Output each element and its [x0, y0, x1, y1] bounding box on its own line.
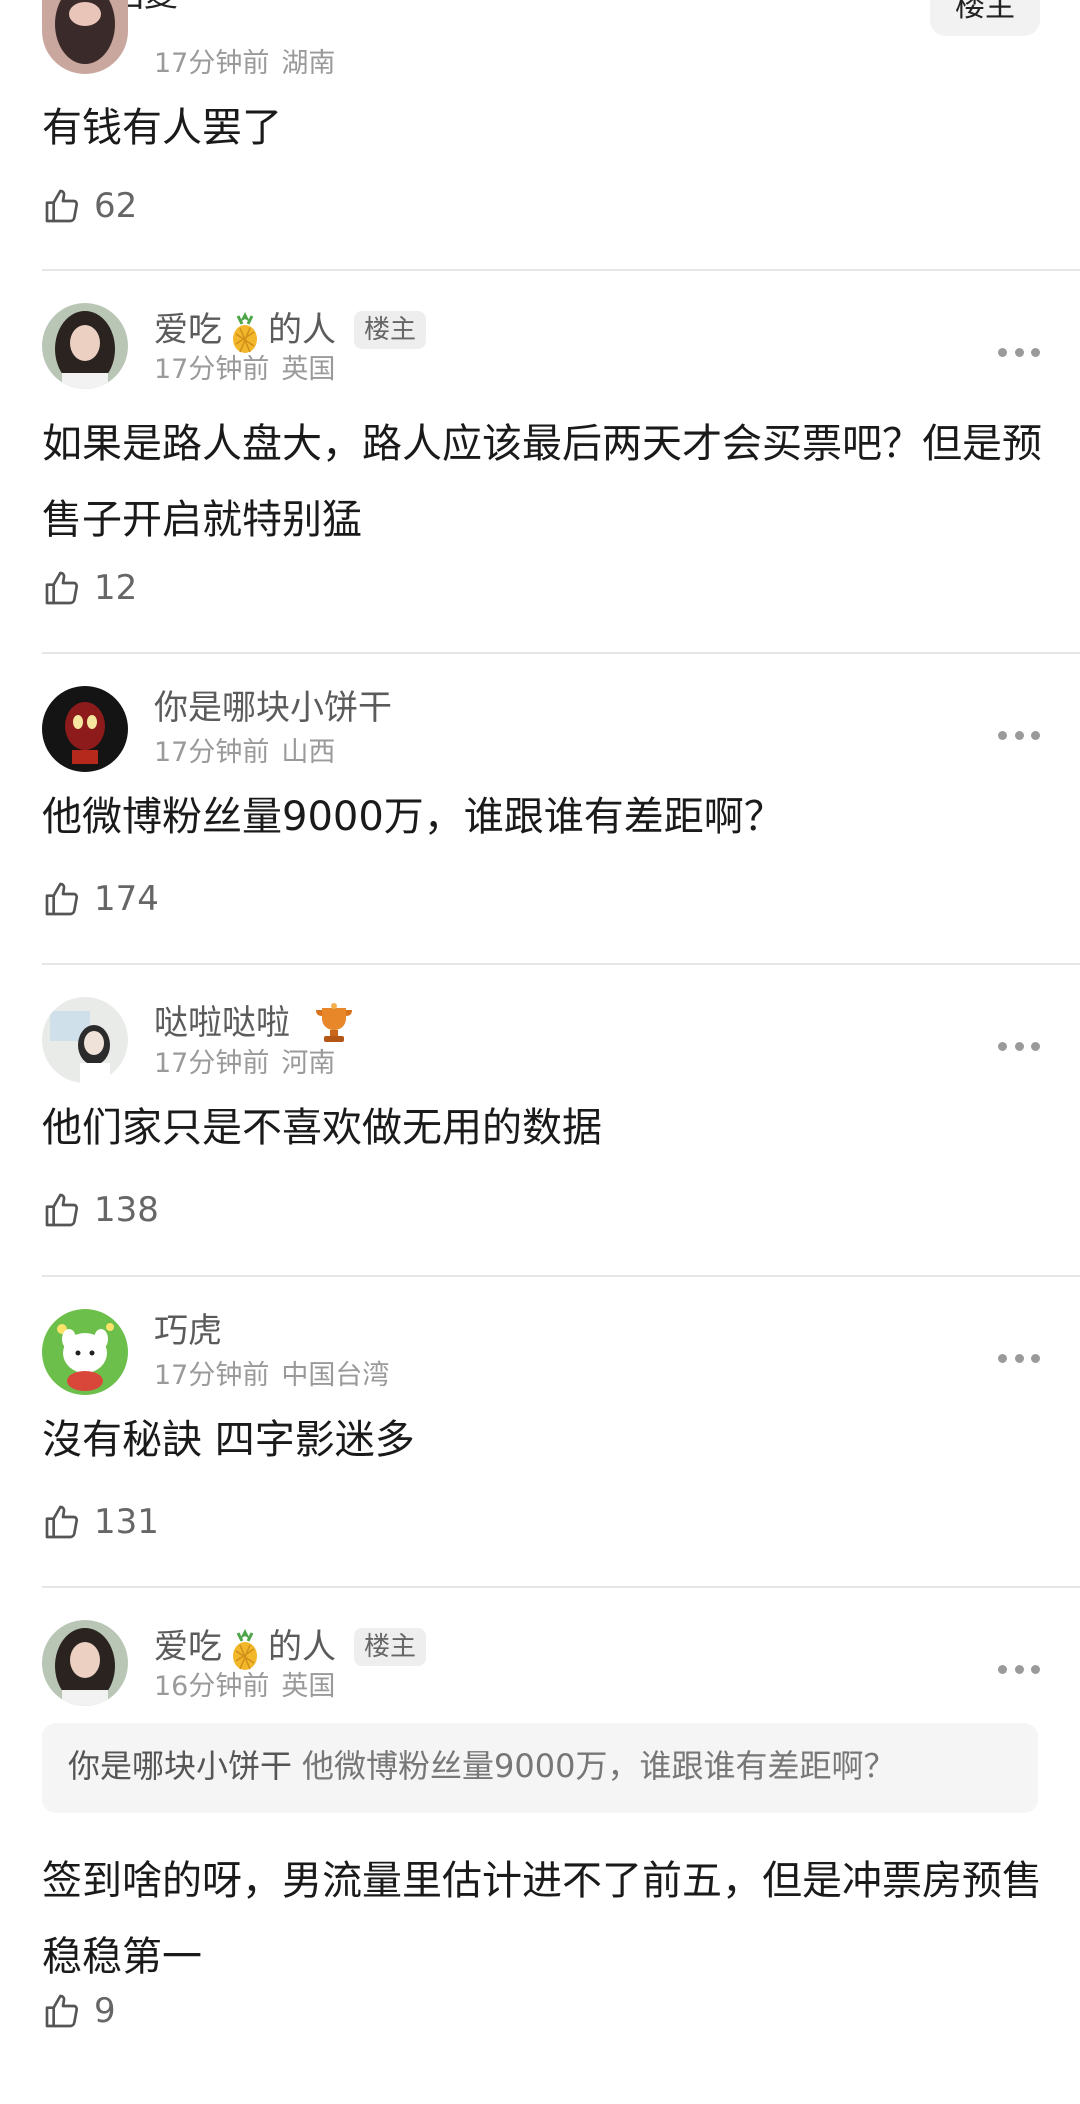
username-part-1: 爱吃 [154, 1627, 222, 1667]
comment-meta: 17分钟前 河南 [154, 1050, 335, 1077]
like-button[interactable]: 138 [42, 1186, 159, 1234]
like-button[interactable]: 9 [42, 1987, 116, 2035]
comment-time: 16分钟前 [154, 1671, 270, 1702]
comment-meta: 16分钟前 英国 [154, 1673, 335, 1700]
thumbs-up-icon [45, 1193, 79, 1227]
username[interactable]: 哒啦哒啦 [154, 1002, 356, 1044]
comment-location: 英国 [281, 1671, 336, 1702]
like-count: 174 [94, 879, 159, 919]
comment-location: 中国台湾 [281, 1360, 390, 1391]
thumbs-up-icon [45, 1505, 79, 1539]
more-options-icon[interactable] [998, 346, 1040, 358]
like-button[interactable]: 62 [42, 182, 137, 230]
comment-text: 有钱有人罢了 [42, 105, 282, 151]
more-options-icon[interactable] [998, 729, 1040, 741]
like-button[interactable]: 12 [42, 564, 137, 612]
comment-item: 哒啦哒啦 17分钟前 河南 他们家只是不喜欢做无用的数据 138 [0, 964, 1080, 1275]
avatar[interactable] [42, 1620, 128, 1706]
comment-text: 签到啥的呀，男流量里估计进不了前五，但是冲票房预售稳稳第一 [42, 1858, 1042, 1980]
comment-item: 爱吃 的人 楼主 16分钟前 英国 你是哪块小饼干 他微博粉丝量9000万，谁跟谁有… [0, 1587, 1080, 2104]
thumbs-up-icon [45, 882, 79, 916]
comment-item: 巧虎 17分钟前 中国台湾 沒有秘訣 四字影迷多 131 [0, 1276, 1080, 1586]
thumbs-up-icon [45, 1994, 79, 2028]
comment-time: 17分钟前 [154, 737, 270, 768]
comment-location: 英国 [281, 354, 336, 385]
username-part-2: 的人 [268, 310, 336, 350]
avatar[interactable] [42, 1309, 128, 1395]
comment-item: 你是哪块小饼干 17分钟前 山西 他微博粉丝量9000万，谁跟谁有差距啊？ 174 [0, 653, 1080, 963]
comment-location: 山西 [281, 737, 336, 768]
username[interactable]: 巧虎 [154, 1314, 222, 1348]
like-button[interactable]: 174 [42, 875, 159, 923]
like-count: 138 [94, 1190, 159, 1230]
comment-meta: 17分钟前 中国台湾 [154, 1362, 389, 1389]
comment-text: 他微博粉丝量9000万，谁跟谁有差距啊？ [42, 794, 784, 840]
like-count: 9 [94, 1991, 116, 2031]
username[interactable]: 爱吃 的人 楼主 [154, 1625, 427, 1671]
comment-location: 河南 [281, 1048, 336, 1079]
comment-time: 17分钟前 [154, 1360, 270, 1391]
like-count: 62 [94, 186, 138, 226]
username-part-2: 的人 [268, 1627, 336, 1667]
comment-text: 他们家只是不喜欢做无用的数据 [42, 1105, 602, 1151]
comment-time: 17分钟前 [154, 1048, 270, 1079]
username-part-1: 爱吃 [154, 310, 222, 350]
username-text: 哒啦哒啦 [154, 1003, 290, 1043]
pineapple-icon [228, 310, 262, 354]
thumbs-up-icon [45, 571, 79, 605]
avatar[interactable] [42, 997, 128, 1083]
quoted-comment[interactable]: 你是哪块小饼干 他微博粉丝量9000万，谁跟谁有差距啊？ [42, 1723, 1038, 1813]
more-options-icon[interactable] [998, 1663, 1040, 1675]
username[interactable]: 爱吃 的人 楼主 [154, 308, 427, 354]
trophy-icon [312, 1002, 356, 1044]
comment-time: 17分钟前 [154, 48, 270, 79]
comment-meta: 17分钟前 湖南 [154, 50, 335, 77]
comment-item: 爱吃 的人 楼主 17分钟前 英国 如果是路人盘大，路人应该最后两天才会买票吧？但… [0, 270, 1080, 652]
quoted-text: 他微博粉丝量9000万，谁跟谁有差距啊？ [302, 1747, 896, 1785]
comment-meta: 17分钟前 英国 [154, 356, 335, 383]
op-badge: 楼主 [354, 1628, 427, 1666]
comment-time: 17分钟前 [154, 354, 270, 385]
pineapple-icon [228, 1627, 262, 1671]
thumbs-up-icon [45, 189, 79, 223]
avatar[interactable] [42, 303, 128, 389]
more-options-icon[interactable] [998, 1352, 1040, 1364]
username[interactable]: 你是哪块小饼干 [154, 691, 392, 725]
comment-location: 湖南 [281, 48, 336, 79]
more-options-icon[interactable] [998, 1040, 1040, 1052]
like-count: 12 [94, 568, 138, 608]
quoted-comment-content: 你是哪块小饼干 他微博粉丝量9000万，谁跟谁有差距啊？ [68, 1750, 895, 1782]
avatar[interactable] [42, 0, 128, 74]
comment-meta: 17分钟前 山西 [154, 739, 335, 766]
quoted-username: 你是哪块小饼干 [68, 1747, 293, 1785]
comment-text: 如果是路人盘大，路人应该最后两天才会买票吧？但是预售子开启就特别猛 [42, 421, 1042, 543]
op-badge: 楼主 [354, 311, 427, 349]
like-button[interactable]: 131 [42, 1498, 159, 1546]
comment-text: 沒有秘訣 四字影迷多 [42, 1417, 415, 1463]
like-count: 131 [94, 1502, 159, 1542]
comment-item: 17分钟前 湖南 有钱有人罢了 62 [0, 0, 1080, 270]
avatar[interactable] [42, 686, 128, 772]
